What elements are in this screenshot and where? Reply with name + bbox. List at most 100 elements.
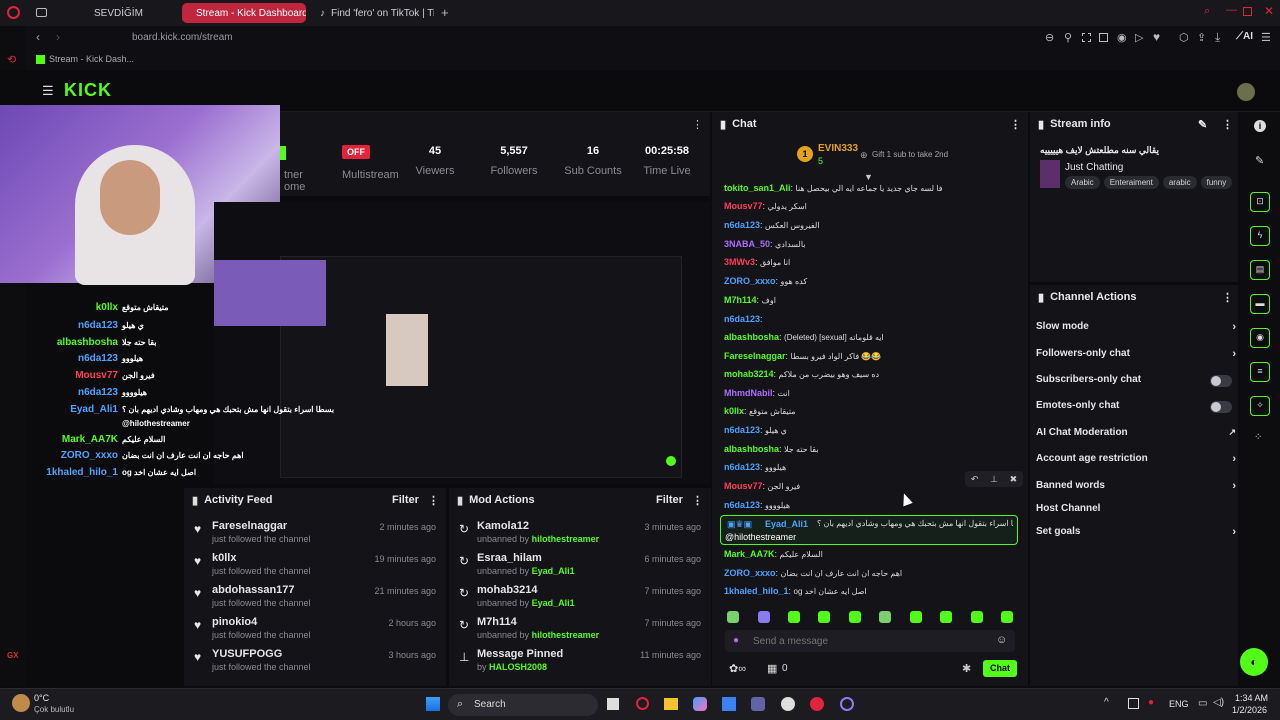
emote-icon[interactable]: [879, 611, 891, 623]
extensions-icon[interactable]: ⬡: [1179, 31, 1189, 44]
new-tab-button[interactable]: +: [441, 5, 449, 20]
mod-action-by[interactable]: hilothestreamer: [532, 630, 600, 640]
close-window-icon[interactable]: ✕: [1264, 4, 1274, 18]
chat-username[interactable]: Mark_AA7K: [724, 549, 775, 559]
mod-action-by[interactable]: HALOSH2008: [489, 662, 547, 672]
activity-user[interactable]: abdohassan177: [212, 584, 295, 596]
activity-filter-button[interactable]: Filter: [392, 494, 419, 506]
start-icon[interactable]: [426, 697, 440, 711]
chat-username[interactable]: n6da123: [724, 314, 760, 324]
activity-item[interactable]: ♥ k0llx just followed the channel 19 minute…: [184, 550, 446, 582]
activity-user[interactable]: YUSUFPOGG: [212, 648, 282, 660]
tray-chevron-icon[interactable]: ^: [1104, 697, 1109, 708]
channel-action-item[interactable]: AI Chat Moderation ↗: [1036, 427, 1236, 443]
mod-action-item[interactable]: ↻ M7h114 unbanned by hilothestreamer 7 minu…: [449, 614, 711, 646]
store-icon[interactable]: [722, 697, 736, 711]
doc-icon[interactable]: ▤: [1250, 260, 1270, 280]
channel-action-item[interactable]: Banned words ›: [1036, 480, 1236, 496]
pencil-icon[interactable]: ✎: [1255, 154, 1264, 167]
tool-1-icon[interactable]: ⊡: [1250, 192, 1270, 212]
channel-action-item[interactable]: Subscribers-only chat: [1036, 374, 1236, 390]
teams-icon[interactable]: [751, 697, 765, 711]
weather-temp[interactable]: 0°C: [34, 693, 49, 703]
mod-action-target[interactable]: Esraa_hilam: [477, 552, 542, 564]
activity-item[interactable]: ♥ abdohassan177 just followed the channel 2…: [184, 582, 446, 614]
chat-message[interactable]: tokito_san1_Ali: فا لسه جاي جديد يا جماع…: [724, 183, 1016, 193]
app2-icon[interactable]: [840, 697, 854, 711]
channel-action-item[interactable]: Set goals ›: [1036, 526, 1236, 542]
channel-action-item[interactable]: Host Channel: [1036, 503, 1236, 519]
pin-icon[interactable]: ⚲: [1064, 31, 1072, 44]
chat-message[interactable]: mohab3214: ده سيف وهو بيضرب من ملاكم: [724, 369, 1016, 379]
share-icon[interactable]: ⇪: [1197, 31, 1206, 44]
camera-icon[interactable]: ◉: [1117, 31, 1127, 44]
multistream-off-badge[interactable]: OFF: [342, 145, 370, 159]
chat-message[interactable]: ZORO_xxxo: كده هوو: [724, 276, 1016, 286]
download-icon[interactable]: ⤓: [1215, 30, 1220, 45]
mod-action-item[interactable]: ↻ Kamola12 unbanned by hilothestreamer 3 mi…: [449, 518, 711, 550]
lightning-icon[interactable]: ϟ: [1250, 226, 1270, 246]
chat-message[interactable]: MhmdNabil: انت: [724, 388, 1016, 398]
channel-actions-menu-icon[interactable]: ⋮: [1222, 291, 1233, 304]
forward-icon[interactable]: ›: [56, 30, 60, 44]
chat-message[interactable]: Fareselnaggar: فاكر الواد فيرو بسطا 😂😂: [724, 351, 1016, 361]
stream-info-menu-icon[interactable]: ⋮: [1222, 118, 1233, 131]
chat-username[interactable]: Mousv77: [724, 481, 763, 491]
category-name[interactable]: Just Chatting: [1065, 162, 1123, 173]
kick-logo[interactable]: KICK: [64, 80, 112, 101]
messenger-icon[interactable]: ⟲: [7, 53, 16, 66]
chat-username[interactable]: 3NABA_50: [724, 239, 770, 249]
chat-message[interactable]: M7h114: اوف: [724, 295, 1016, 305]
tab-tiktok[interactable]: ♪ Find 'fero' on TikTok | TikT: [312, 3, 434, 23]
emote-icon[interactable]: [788, 611, 800, 623]
chat-message[interactable]: n6da123:: [724, 314, 1016, 324]
back-icon[interactable]: ‹: [36, 30, 40, 44]
send-chat-button[interactable]: Chat: [983, 660, 1017, 677]
delete-icon[interactable]: ✖: [1010, 474, 1018, 485]
clock-time[interactable]: 1:34 AM: [1235, 693, 1268, 703]
url-field[interactable]: board.kick.com/stream: [132, 32, 233, 43]
chat-username[interactable]: M7h114: [724, 295, 757, 305]
activity-user[interactable]: k0llx: [212, 552, 236, 564]
chat-message[interactable]: k0llx: متيقاش متوقع: [724, 406, 1016, 416]
emote-icon[interactable]: [818, 611, 830, 623]
chat-username[interactable]: ZORO_xxxo: [724, 568, 776, 578]
chat-message[interactable]: n6da123: هيلوووو: [724, 500, 1016, 510]
taskview-icon[interactable]: [607, 698, 619, 710]
chat-message[interactable]: Mark_AA7K: السلام عليكم: [724, 549, 1016, 559]
activity-item[interactable]: ♥ YUSUFPOGG just followed the channel 3 hou…: [184, 646, 446, 678]
highlighted-message[interactable]: ▣♛▣ Eyad_Ali1 بسطا اسراء بتقول انها مش ب…: [720, 515, 1018, 545]
tag[interactable]: Arabic: [1065, 176, 1100, 189]
gift-text[interactable]: Gift 1 sub to take 2nd: [872, 150, 948, 159]
pinned-arrow-icon[interactable]: ▼: [864, 172, 873, 182]
emote-icon[interactable]: [910, 611, 922, 623]
tag[interactable]: Enteraiment: [1103, 176, 1159, 189]
stream-preview[interactable]: [214, 202, 710, 484]
mod-action-target[interactable]: Message Pinned: [477, 648, 563, 660]
tab-sevdigim[interactable]: SEVDİĞİM: [60, 3, 175, 23]
mod-action-target[interactable]: M7h114: [477, 616, 517, 628]
chat-username[interactable]: ZORO_xxxo: [724, 276, 776, 286]
chat-menu-icon[interactable]: ⋮: [1010, 118, 1021, 131]
mod-action-by[interactable]: Eyad_Ali1: [532, 598, 575, 608]
channel-action-item[interactable]: Slow mode ›: [1036, 321, 1236, 337]
adblock-icon[interactable]: [1099, 33, 1108, 42]
top-gifter-name[interactable]: EVIN333: [818, 143, 858, 154]
mod-action-item[interactable]: ↻ mohab3214 unbanned by Eyad_Ali1 7 minutes…: [449, 582, 711, 614]
toggle-switch[interactable]: [1210, 375, 1232, 387]
volume-icon[interactable]: ◁): [1213, 697, 1224, 708]
chat-username[interactable]: Mousv77: [724, 201, 763, 211]
chat-username[interactable]: 3MWv3: [724, 257, 755, 267]
emote-icon[interactable]: [758, 611, 770, 623]
avatar[interactable]: [1237, 83, 1255, 101]
activity-menu-icon[interactable]: ⋮: [428, 494, 439, 507]
chat-username[interactable]: albashbosha: [724, 444, 779, 454]
mic-icon[interactable]: ●: [733, 635, 739, 646]
emote-icon[interactable]: [940, 611, 952, 623]
hamburger-icon[interactable]: ☰: [42, 83, 54, 99]
help-chat-button[interactable]: ◐: [1240, 648, 1268, 676]
tool-wrench-icon[interactable]: ✧: [1250, 396, 1270, 416]
apps-icon[interactable]: ⁘: [1254, 432, 1262, 443]
taskbar-search[interactable]: ⌕ Search: [448, 694, 598, 716]
chat-username[interactable]: n6da123: [724, 425, 760, 435]
